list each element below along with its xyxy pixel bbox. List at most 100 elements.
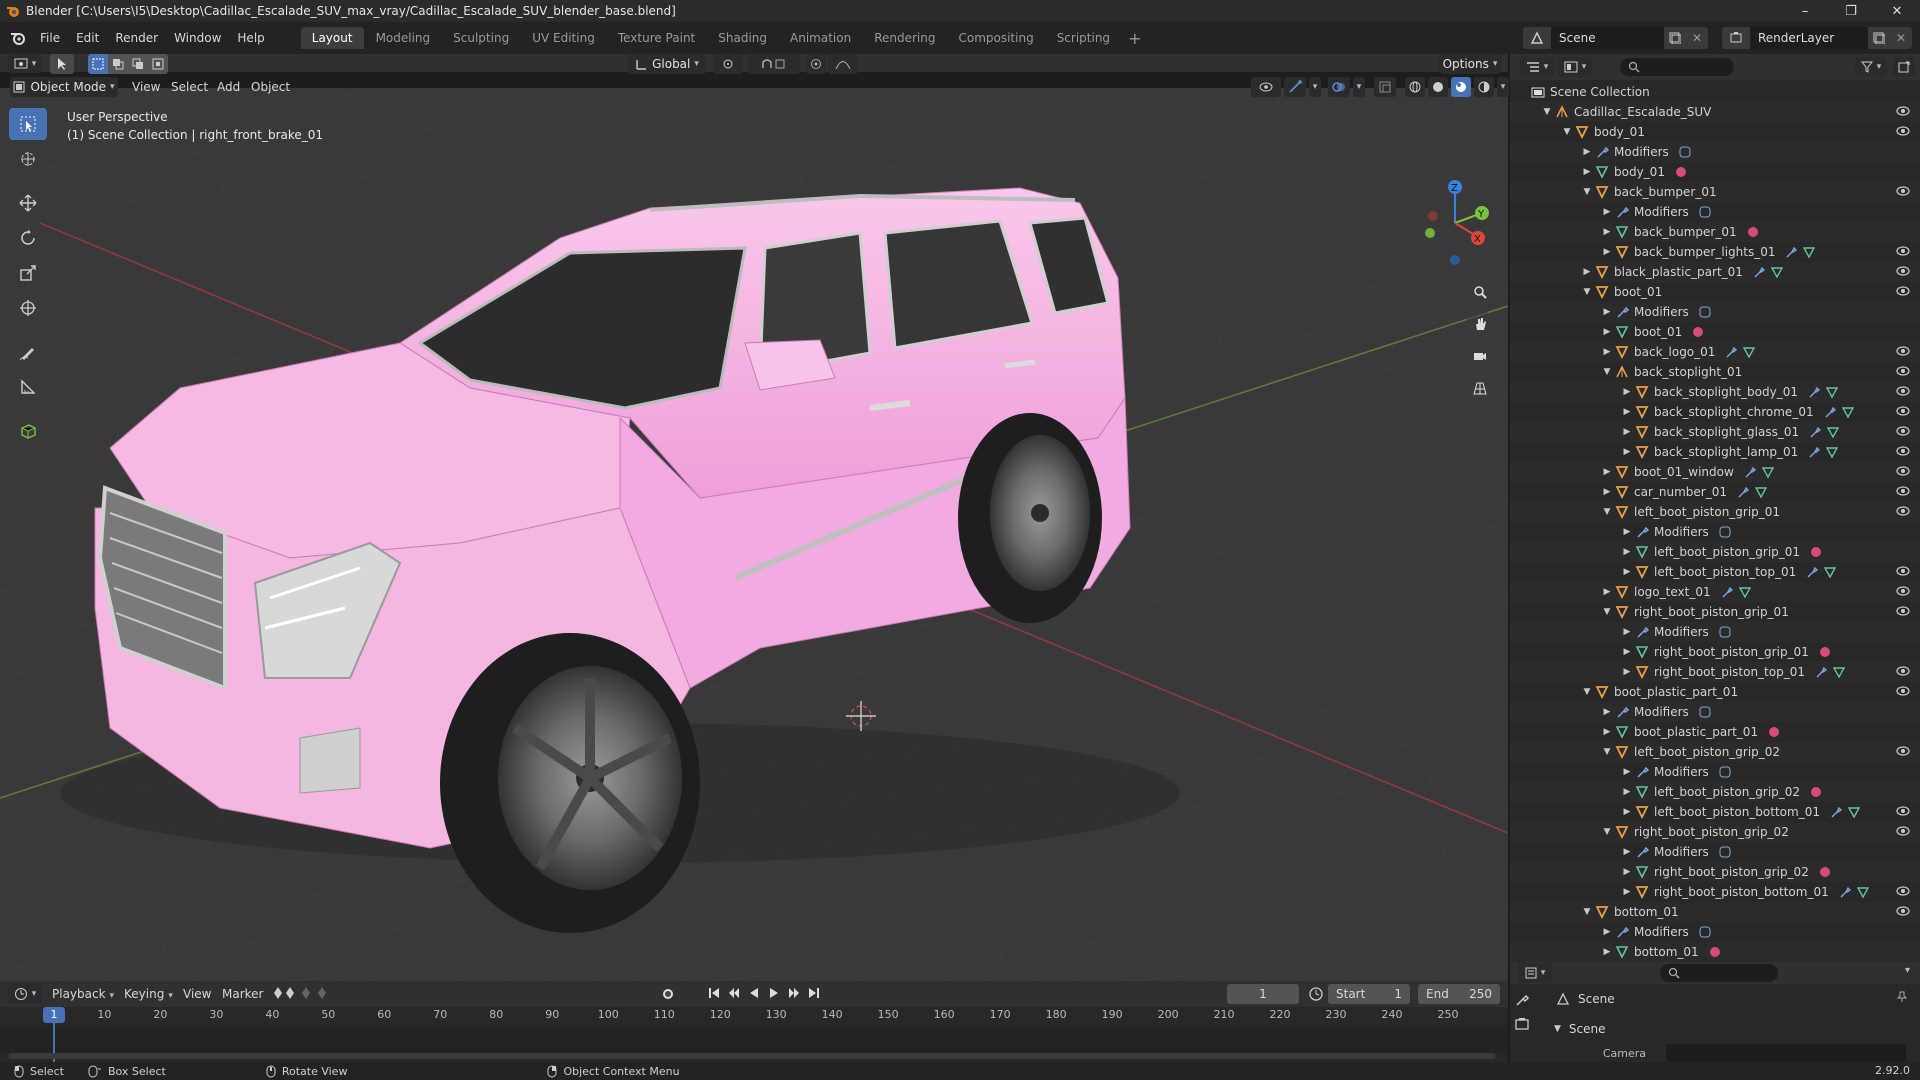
perspective-grid-icon[interactable] [1466, 374, 1494, 402]
new-scene-icon[interactable] [1664, 27, 1686, 49]
properties-options-icon[interactable]: ▾ [1905, 965, 1910, 976]
blender-menu-icon[interactable] [10, 30, 26, 46]
mesh-data-icon[interactable] [1827, 426, 1840, 438]
play-icon[interactable] [767, 986, 781, 1000]
tab-animation[interactable]: Animation [779, 27, 862, 49]
properties-editor-type-icon[interactable]: ▾ [1518, 963, 1552, 983]
new-collection-icon[interactable] [1893, 57, 1915, 77]
jump-end-icon[interactable] [807, 986, 821, 1000]
material-icon[interactable] [1819, 646, 1831, 658]
visibility-eye-icon[interactable] [1896, 745, 1910, 757]
expand-arrow-icon[interactable]: ▶ [1620, 387, 1634, 397]
delete-scene-icon[interactable]: ✕ [1686, 27, 1708, 49]
outliner-row[interactable]: ▶ Modifiers [1510, 302, 1920, 322]
pin-icon[interactable] [1896, 991, 1908, 1003]
mesh-data-icon[interactable] [1824, 566, 1837, 578]
outliner-row[interactable]: ▶ logo_text_01 [1510, 582, 1920, 602]
expand-arrow-icon[interactable]: ▶ [1600, 207, 1614, 217]
outliner-search-input[interactable] [1620, 58, 1734, 76]
mesh-data-icon[interactable] [1841, 406, 1854, 418]
overlays-toggle-icon[interactable] [1328, 77, 1350, 97]
outliner-row[interactable]: ▶ Modifiers [1510, 762, 1920, 782]
visibility-eye-icon[interactable] [1896, 885, 1910, 897]
wrench-icon[interactable] [1725, 346, 1738, 358]
wrench-icon[interactable] [1737, 486, 1749, 498]
editor-type-icon[interactable]: ▾ [8, 55, 42, 73]
wrench-icon[interactable] [1824, 406, 1836, 418]
expand-arrow-icon[interactable]: ▶ [1620, 427, 1634, 437]
outliner-row[interactable]: ▶ back_bumper_01 [1510, 222, 1920, 242]
expand-arrow-icon[interactable]: ▶ [1600, 727, 1614, 737]
modifier-toggle-icon[interactable] [1699, 926, 1711, 938]
expand-arrow-icon[interactable]: ▶ [1620, 527, 1634, 537]
expand-arrow-icon[interactable]: ▶ [1620, 787, 1634, 797]
3d-viewport[interactable]: Z Y X User Perspective (1) Scene Collect… [0, 88, 1508, 981]
shading-rendered-icon[interactable] [1474, 77, 1494, 97]
pivot-point-icon[interactable] [713, 54, 743, 74]
menu-file[interactable]: File [32, 22, 68, 54]
material-icon[interactable] [1810, 786, 1822, 798]
new-view-layer-icon[interactable] [1868, 27, 1890, 49]
camera-field[interactable] [1666, 1044, 1906, 1062]
expand-arrow-icon[interactable]: ▶ [1620, 867, 1634, 877]
tab-uv-editing[interactable]: UV Editing [521, 27, 606, 49]
transform-tool-icon[interactable] [9, 292, 47, 324]
properties-search-input[interactable] [1660, 964, 1778, 982]
expand-arrow-icon[interactable]: ▶ [1580, 267, 1594, 277]
marker-menu[interactable]: Marker [222, 987, 263, 1001]
outliner-row[interactable]: ▶ car_number_01 [1510, 482, 1920, 502]
xray-toggle-icon[interactable] [1374, 77, 1396, 97]
material-icon[interactable] [1692, 326, 1704, 338]
menu-edit[interactable]: Edit [68, 22, 107, 54]
collapse-arrow-icon[interactable]: ▼ [1540, 107, 1554, 117]
close-button[interactable]: ✕ [1874, 0, 1920, 22]
material-icon[interactable] [1810, 546, 1822, 558]
material-icon[interactable] [1819, 866, 1831, 878]
mesh-data-icon[interactable] [1743, 346, 1756, 358]
wrench-icon[interactable] [1815, 666, 1827, 678]
wrench-icon[interactable] [1744, 466, 1756, 478]
shading-material-icon[interactable] [1451, 77, 1471, 97]
wrench-icon[interactable] [1785, 246, 1798, 258]
material-icon[interactable] [1768, 726, 1780, 738]
move-tool-icon[interactable] [9, 187, 47, 219]
visibility-eye-icon[interactable] [1896, 565, 1910, 577]
wrench-icon[interactable] [1806, 566, 1819, 578]
expand-arrow-icon[interactable]: ▶ [1600, 247, 1614, 257]
outliner-row[interactable]: ▶ back_stoplight_body_01 [1510, 382, 1920, 402]
visibility-eye-icon[interactable] [1896, 465, 1910, 477]
outliner-row[interactable]: ▼ bottom_01 [1510, 902, 1920, 922]
outliner-row[interactable]: ▶ black_plastic_part_01 [1510, 262, 1920, 282]
expand-arrow-icon[interactable]: ▶ [1600, 227, 1614, 237]
outliner-row[interactable]: ▼ left_boot_piston_grip_01 [1510, 502, 1920, 522]
prev-keyframe-icon[interactable] [727, 986, 741, 1000]
collapse-arrow-icon[interactable]: ▼ [1600, 747, 1614, 757]
annotate-tool-icon[interactable] [9, 336, 47, 368]
outliner-row[interactable]: ▶ boot_01_window [1510, 462, 1920, 482]
visibility-eye-icon[interactable] [1896, 825, 1910, 837]
view-layer-selector[interactable]: RenderLayer ✕ [1722, 27, 1912, 49]
collapse-arrow-icon[interactable]: ▼ [1600, 827, 1614, 837]
overlays-dropdown-icon[interactable]: ▾ [1353, 77, 1365, 97]
scene-name[interactable]: Scene [1551, 27, 1664, 49]
select-subtract-icon[interactable] [128, 54, 148, 74]
scene-panel-header[interactable]: ▼ Scene [1546, 1018, 1916, 1040]
modifier-toggle-icon[interactable] [1679, 146, 1691, 158]
end-frame-field[interactable]: End 250 [1418, 984, 1500, 1004]
outliner-row[interactable]: ▶ left_boot_piston_bottom_01 [1510, 802, 1920, 822]
outliner-row[interactable]: ▶ back_bumper_lights_01 [1510, 242, 1920, 262]
wrench-icon[interactable] [1830, 806, 1842, 818]
playhead[interactable]: 1 [43, 1007, 65, 1023]
tab-shading[interactable]: Shading [707, 27, 778, 49]
expand-arrow-icon[interactable]: ▶ [1580, 147, 1594, 157]
timeline-scrollbar[interactable] [8, 1053, 1496, 1059]
wrench-icon[interactable] [1809, 426, 1822, 438]
expand-arrow-icon[interactable]: ▶ [1600, 927, 1614, 937]
collapse-arrow-icon[interactable]: ▼ [1580, 287, 1594, 297]
object-menu[interactable]: Object [251, 80, 290, 94]
wrench-icon[interactable] [1839, 886, 1851, 898]
visibility-eye-icon[interactable] [1896, 425, 1910, 437]
visibility-eye-icon[interactable] [1896, 105, 1910, 117]
falloff-icon[interactable] [828, 54, 858, 74]
collapse-arrow-icon[interactable]: ▼ [1580, 187, 1594, 197]
